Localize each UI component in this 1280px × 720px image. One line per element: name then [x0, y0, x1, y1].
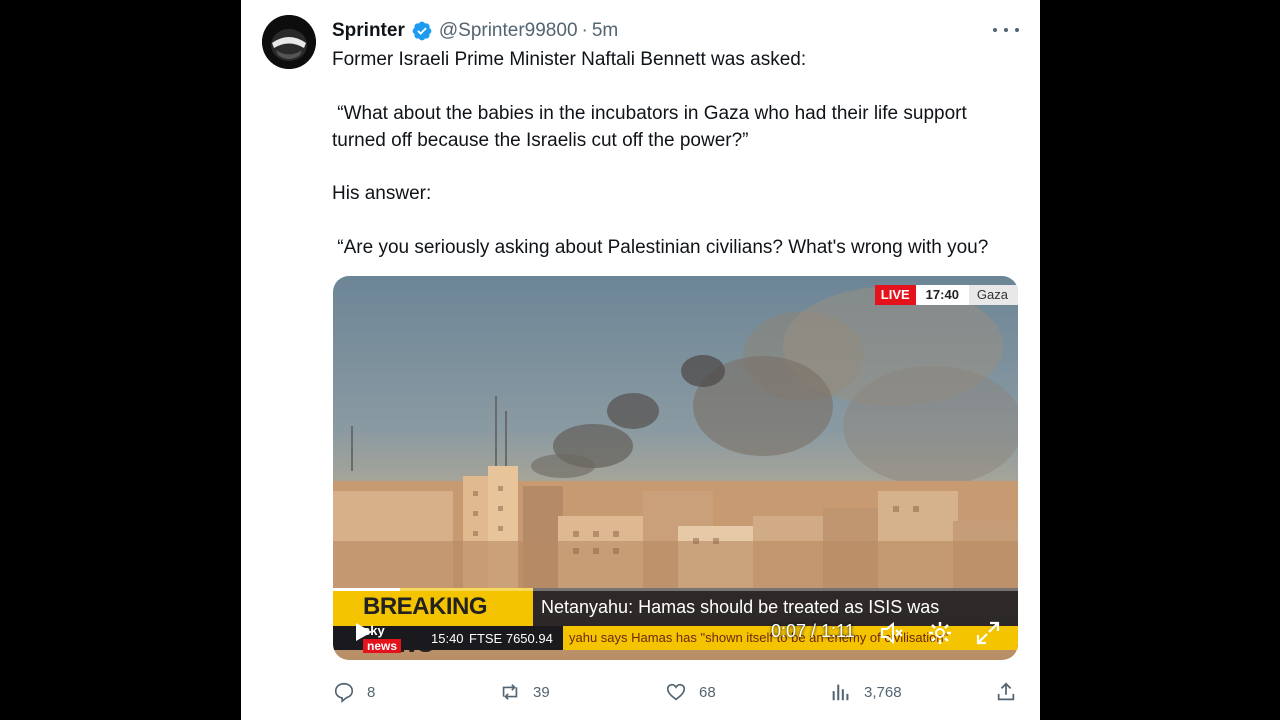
repost-icon	[502, 684, 518, 700]
reply-button[interactable]: 8	[333, 680, 375, 704]
fullscreen-icon[interactable]	[975, 620, 1001, 646]
tweet-text-line: turned off because the Israelis cut off …	[332, 130, 749, 151]
separator-dot: ·	[581, 20, 588, 41]
author-handle[interactable]: @Sprinter99800	[439, 20, 578, 42]
tweet-timestamp[interactable]: 5m	[592, 20, 618, 42]
broadcast-location: Gaza	[968, 285, 1018, 305]
video-timecode: 0:07 / 1:11	[771, 621, 855, 641]
video-progress-fill	[333, 588, 401, 591]
settings-gear-icon[interactable]	[927, 620, 953, 646]
like-button[interactable]: 68	[665, 680, 716, 704]
tweet-text-line: “Are you seriously asking about Palestin…	[332, 237, 989, 258]
tweet-text-line: Former Israeli Prime Minister Naftali Be…	[332, 49, 807, 70]
verified-badge-icon	[412, 21, 432, 41]
repost-button[interactable]: 39	[499, 680, 550, 704]
repost-count: 39	[533, 683, 550, 701]
video-controls: 0:07 / 1:11	[333, 616, 1018, 650]
share-button[interactable]	[995, 680, 1029, 704]
reply-count: 8	[367, 683, 376, 701]
avatar-image	[262, 15, 316, 69]
author-name[interactable]: Sprinter	[332, 20, 405, 42]
tweet-text-line: “What about the babies in the incubators…	[332, 103, 967, 124]
play-icon[interactable]	[351, 620, 375, 644]
reply-icon	[334, 682, 354, 703]
tweet-header: Sprinter @Sprinter99800 · 5m	[332, 18, 618, 44]
video-progress-bar[interactable]	[333, 588, 1018, 591]
more-options-icon[interactable]	[993, 20, 1019, 40]
tweet-card: Sprinter @Sprinter99800 · 5m Former Isra…	[241, 0, 1040, 720]
tweet-text-line: His answer:	[332, 183, 432, 204]
view-count: 3,768	[864, 683, 902, 701]
avatar[interactable]	[262, 15, 316, 69]
live-indicator: LIVE 17:40 Gaza	[874, 285, 1018, 305]
like-heart-icon	[666, 683, 686, 701]
mute-icon[interactable]	[879, 620, 905, 646]
like-count: 68	[699, 683, 716, 701]
broadcast-clock: 17:40	[915, 285, 969, 305]
views-button[interactable]: 3,768	[830, 680, 902, 704]
video-player[interactable]: LIVE 17:40 Gaza BREAKING NEWS Netanyahu:…	[333, 276, 1018, 660]
live-badge: LIVE	[874, 285, 916, 305]
tweet-actions: 8 39 68 3,768	[333, 680, 1023, 704]
views-chart-icon	[832, 684, 849, 701]
share-upload-icon	[997, 682, 1015, 701]
